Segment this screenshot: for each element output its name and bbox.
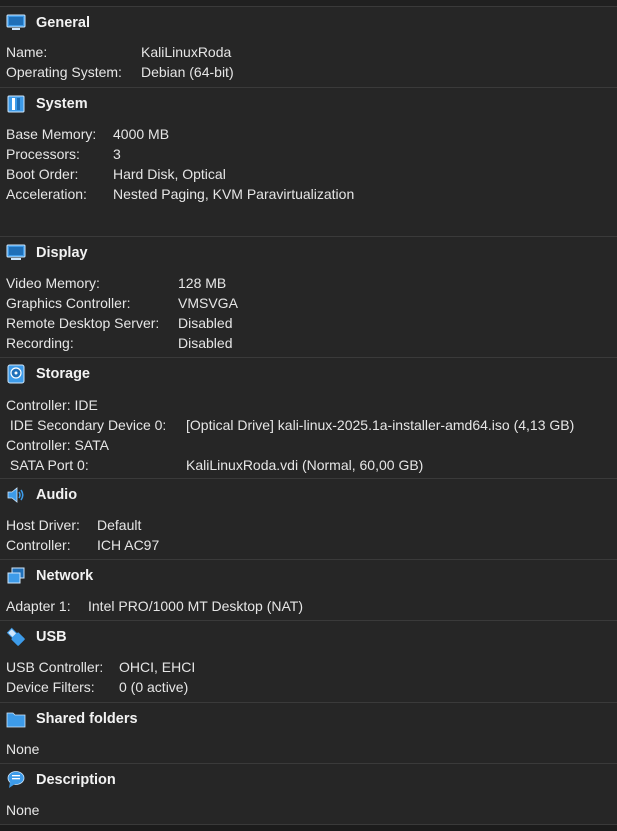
detail-label: Graphics Controller: xyxy=(6,295,131,311)
section-header-usb[interactable]: USB xyxy=(0,623,617,651)
detail-label: Remote Desktop Server: xyxy=(6,315,160,331)
section-shared-folders: Shared folders None xyxy=(0,703,617,764)
detail-label: Operating System: xyxy=(6,64,122,80)
section-title: USB xyxy=(36,629,67,645)
detail-value: VMSVGA xyxy=(178,295,238,311)
monitor-icon xyxy=(6,13,26,33)
section-header-system[interactable]: System xyxy=(0,90,617,118)
detail-value: 3 xyxy=(113,146,121,162)
section-header-audio[interactable]: Audio xyxy=(0,481,617,509)
section-general: General Name: KaliLinuxRoda Operating Sy… xyxy=(0,7,617,88)
detail-label: Controller: xyxy=(6,537,71,553)
section-header-general[interactable]: General xyxy=(0,9,617,37)
section-audio: Audio Host Driver: Default Controller: I… xyxy=(0,479,617,560)
display-icon xyxy=(6,243,26,263)
detail-label: Adapter 1: xyxy=(6,598,71,614)
folder-icon xyxy=(6,709,26,729)
detail-label: Acceleration: xyxy=(6,186,87,202)
detail-label: Recording: xyxy=(6,335,74,351)
detail-value: Disabled xyxy=(178,335,233,351)
section-usb: USB USB Controller: OHCI, EHCI Device Fi… xyxy=(0,621,617,703)
detail-value: OHCI, EHCI xyxy=(119,659,196,675)
section-title: Display xyxy=(36,245,88,261)
section-title: Description xyxy=(36,772,116,788)
section-title: Audio xyxy=(36,487,78,503)
section-network: Network Adapter 1: Intel PRO/1000 MT Des… xyxy=(0,560,617,621)
detail-label: SATA Port 0: xyxy=(6,457,89,473)
section-storage: Storage Controller: IDE IDE Secondary De… xyxy=(0,358,617,479)
storage-icon xyxy=(6,364,26,384)
section-description: Description None xyxy=(0,764,617,825)
section-display: Display Video Memory: 128 MB Graphics Co… xyxy=(0,237,617,358)
section-title: Network xyxy=(36,568,94,584)
section-header-shared-folders[interactable]: Shared folders xyxy=(0,705,617,733)
detail-label: Processors: xyxy=(6,146,80,162)
section-system: System Base Memory: 4000 MB Processors: … xyxy=(0,88,617,237)
detail-label: Controller: IDE xyxy=(6,397,98,413)
section-title: General xyxy=(36,15,90,31)
top-divider xyxy=(0,0,617,7)
section-title: Shared folders xyxy=(36,711,138,727)
detail-value: Debian (64-bit) xyxy=(141,64,234,80)
detail-value: Default xyxy=(97,517,142,533)
detail-value: KaliLinuxRoda xyxy=(141,44,232,60)
detail-label: Name: xyxy=(6,44,48,60)
detail-label: Base Memory: xyxy=(6,126,97,142)
detail-value: Disabled xyxy=(178,315,233,331)
detail-label: IDE Secondary Device 0: xyxy=(6,417,167,433)
detail-label: None xyxy=(6,802,40,818)
speech-bubble-icon xyxy=(6,770,26,790)
detail-label: USB Controller: xyxy=(6,659,104,675)
detail-value: 4000 MB xyxy=(113,126,170,142)
usb-icon xyxy=(6,627,26,647)
detail-value: ICH AC97 xyxy=(97,537,160,553)
section-header-display[interactable]: Display xyxy=(0,239,617,267)
section-title: Storage xyxy=(36,366,90,382)
section-header-network[interactable]: Network xyxy=(0,562,617,590)
detail-value: 0 (0 active) xyxy=(119,679,189,695)
detail-label: Host Driver: xyxy=(6,517,80,533)
detail-value: Hard Disk, Optical xyxy=(113,166,226,182)
detail-value: 128 MB xyxy=(178,275,227,291)
detail-label: None xyxy=(6,741,40,757)
network-icon xyxy=(6,566,26,586)
detail-label: Video Memory: xyxy=(6,275,100,291)
detail-label: Device Filters: xyxy=(6,679,95,695)
detail-value: Nested Paging, KVM Paravirtualization xyxy=(113,186,355,202)
section-header-storage[interactable]: Storage xyxy=(0,360,617,388)
chip-icon xyxy=(6,94,26,114)
detail-label: Controller: SATA xyxy=(6,437,109,453)
detail-value: KaliLinuxRoda.vdi (Normal, 60,00 GB) xyxy=(186,457,424,473)
speaker-icon xyxy=(6,485,26,505)
section-title: System xyxy=(36,96,88,112)
detail-value: [Optical Drive] kali-linux-2025.1a-insta… xyxy=(186,417,575,433)
detail-value: Intel PRO/1000 MT Desktop (NAT) xyxy=(88,598,303,614)
section-header-description[interactable]: Description xyxy=(0,766,617,794)
detail-label: Boot Order: xyxy=(6,166,79,182)
